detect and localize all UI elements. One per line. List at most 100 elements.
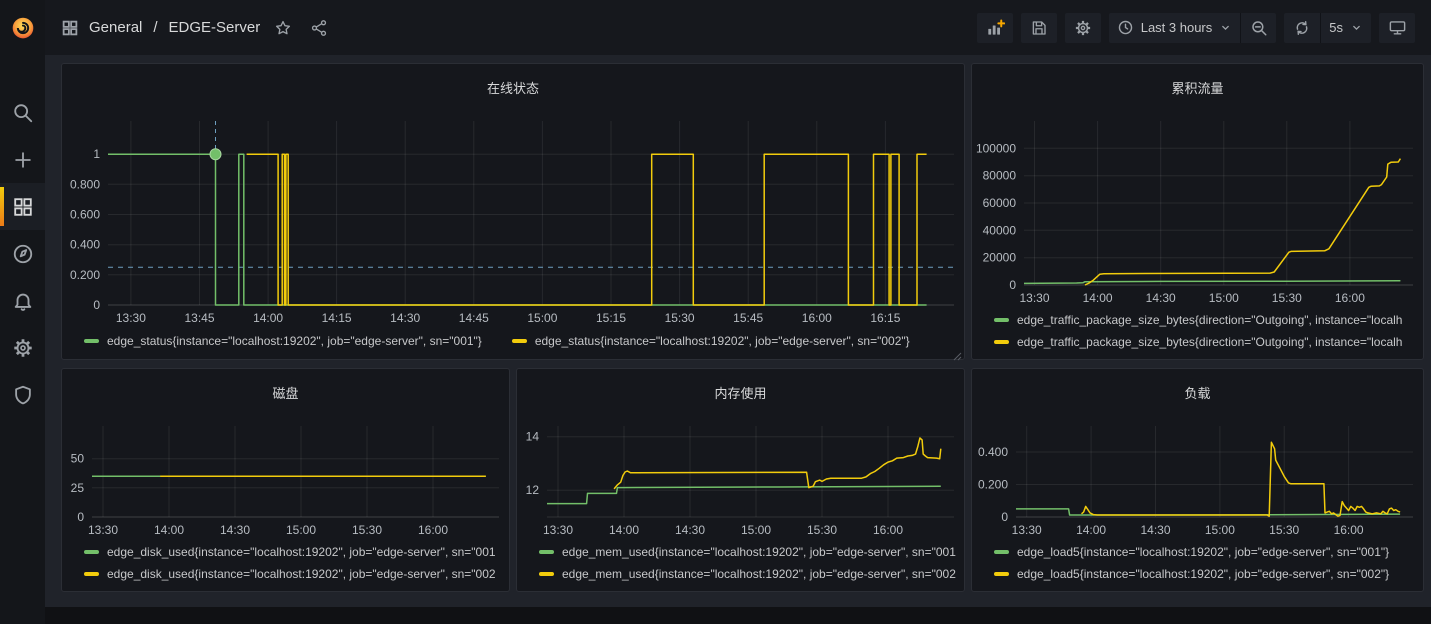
svg-text:16:00: 16:00 <box>873 523 903 537</box>
panel-title[interactable]: 在线状态 <box>62 75 964 102</box>
svg-text:14:30: 14:30 <box>1146 291 1176 305</box>
legend-item[interactable]: edge_disk_used{instance="localhost:19202… <box>84 541 505 563</box>
apps-grid-icon <box>61 19 79 37</box>
svg-text:25: 25 <box>71 480 85 494</box>
grafana-logo[interactable] <box>0 0 45 55</box>
legend-item[interactable]: edge_status{instance="localhost:19202", … <box>84 334 482 348</box>
sidebar-item-search[interactable] <box>0 89 45 136</box>
series-color-swatch <box>994 550 1009 554</box>
sidebar-item-dashboards[interactable] <box>0 183 45 230</box>
svg-text:1: 1 <box>93 147 100 161</box>
legend-label: edge_load5{instance="localhost:19202", j… <box>1017 567 1389 581</box>
sidebar-item-explore[interactable] <box>0 230 45 277</box>
panel-title[interactable]: 累积流量 <box>972 75 1423 102</box>
svg-text:14:00: 14:00 <box>1076 523 1106 537</box>
memory-chart[interactable]: 121413:3014:0014:3015:0015:3016:00 <box>517 418 964 539</box>
svg-text:0.800: 0.800 <box>70 177 100 191</box>
search-icon <box>12 102 34 124</box>
gear-icon <box>12 337 34 359</box>
svg-text:0: 0 <box>1009 278 1016 292</box>
sidebar-item-alerting[interactable] <box>0 277 45 324</box>
svg-text:100000: 100000 <box>976 141 1016 155</box>
breadcrumb-dashboard[interactable]: EDGE-Server <box>169 19 261 36</box>
svg-text:40000: 40000 <box>983 223 1017 237</box>
legend-item[interactable]: edge_traffic_package_size_bytes{directio… <box>994 331 1419 353</box>
chevron-down-icon <box>1350 21 1363 34</box>
svg-text:13:30: 13:30 <box>1019 291 1049 305</box>
legend-item[interactable]: edge_mem_used{instance="localhost:19202"… <box>539 541 960 563</box>
svg-text:20000: 20000 <box>983 250 1017 264</box>
cumulative-traffic-chart[interactable]: 02000040000600008000010000013:3014:0014:… <box>972 113 1423 307</box>
dashboards-grid-icon <box>12 196 34 218</box>
svg-text:16:00: 16:00 <box>802 311 832 325</box>
series-color-swatch <box>84 572 99 576</box>
sidebar-nav <box>0 89 45 418</box>
svg-text:15:15: 15:15 <box>596 311 626 325</box>
dashboard-settings-button[interactable] <box>1065 13 1101 43</box>
legend-label: edge_traffic_package_size_bytes{directio… <box>1017 335 1402 349</box>
svg-text:0.200: 0.200 <box>70 267 100 281</box>
svg-text:16:15: 16:15 <box>870 311 900 325</box>
svg-text:15:45: 15:45 <box>733 311 763 325</box>
svg-text:0.400: 0.400 <box>978 445 1008 459</box>
panel-title[interactable]: 负载 <box>972 380 1423 407</box>
legend-label: edge_status{instance="localhost:19202", … <box>535 334 910 348</box>
legend-item[interactable]: edge_mem_used{instance="localhost:19202"… <box>539 563 960 585</box>
cycle-view-mode-button[interactable] <box>1379 13 1415 43</box>
svg-text:14:00: 14:00 <box>1083 291 1113 305</box>
svg-text:15:00: 15:00 <box>741 523 771 537</box>
svg-text:16:00: 16:00 <box>1335 291 1365 305</box>
panel-resize-handle[interactable] <box>953 348 962 357</box>
legend-label: edge_status{instance="localhost:19202", … <box>107 334 482 348</box>
svg-text:15:00: 15:00 <box>527 311 557 325</box>
legend-label: edge_disk_used{instance="localhost:19202… <box>107 567 496 581</box>
legend-item[interactable]: edge_load5{instance="localhost:19202", j… <box>994 541 1419 563</box>
svg-text:14:00: 14:00 <box>154 523 184 537</box>
add-panel-button[interactable] <box>977 13 1013 43</box>
clock-icon <box>1117 19 1134 36</box>
save-dashboard-button[interactable] <box>1021 13 1057 43</box>
series-color-swatch <box>539 550 554 554</box>
svg-text:60000: 60000 <box>983 196 1017 210</box>
series-color-swatch <box>994 340 1009 344</box>
svg-text:15:00: 15:00 <box>286 523 316 537</box>
monitor-icon <box>1388 18 1407 37</box>
panel-memory: 内存使用 121413:3014:0014:3015:0015:3016:00 … <box>516 368 965 592</box>
svg-text:0.400: 0.400 <box>70 237 100 251</box>
load-chart[interactable]: 00.2000.40013:3014:0014:3015:0015:3016:0… <box>972 418 1423 539</box>
sidebar-item-server-admin[interactable] <box>0 371 45 418</box>
panel-title[interactable]: 磁盘 <box>62 380 509 407</box>
svg-text:0: 0 <box>1001 510 1008 524</box>
plus-icon <box>12 149 34 171</box>
svg-text:13:30: 13:30 <box>543 523 573 537</box>
sidebar-item-create[interactable] <box>0 136 45 183</box>
time-range-label: Last 3 hours <box>1141 20 1213 35</box>
star-icon[interactable] <box>274 19 292 37</box>
time-range-picker[interactable]: Last 3 hours <box>1109 13 1241 43</box>
svg-text:14:30: 14:30 <box>675 523 705 537</box>
svg-text:14:45: 14:45 <box>459 311 489 325</box>
legend-item[interactable]: edge_load5{instance="localhost:19202", j… <box>994 563 1419 585</box>
legend-item[interactable]: edge_status{instance="localhost:19202", … <box>512 334 910 348</box>
series-color-swatch <box>539 572 554 576</box>
legend-item[interactable]: edge_traffic_package_size_bytes{directio… <box>994 309 1419 331</box>
sidebar-item-configuration[interactable] <box>0 324 45 371</box>
share-icon[interactable] <box>310 19 328 37</box>
zoom-out-time-button[interactable] <box>1240 13 1276 43</box>
breadcrumb-folder[interactable]: General <box>89 19 142 36</box>
svg-text:15:00: 15:00 <box>1209 291 1239 305</box>
panel-title[interactable]: 内存使用 <box>517 380 964 407</box>
legend-item[interactable]: edge_disk_used{instance="localhost:19202… <box>84 563 505 585</box>
online-status-chart[interactable]: 00.2000.4000.6000.800113:3013:4514:0014:… <box>62 113 964 327</box>
refresh-button[interactable] <box>1284 13 1320 43</box>
panel-cumulative-traffic: 累积流量 02000040000600008000010000013:3014:… <box>971 63 1424 360</box>
refresh-interval-picker[interactable]: 5s <box>1320 13 1371 43</box>
series-color-swatch <box>512 339 527 343</box>
legend: edge_disk_used{instance="localhost:19202… <box>62 539 509 591</box>
grafana-flame-icon <box>8 13 38 43</box>
disk-chart[interactable]: 0255013:3014:0014:3015:0015:3016:00 <box>62 418 509 539</box>
legend: edge_status{instance="localhost:19202", … <box>62 327 964 359</box>
svg-text:0: 0 <box>93 298 100 312</box>
series-color-swatch <box>84 339 99 343</box>
legend-label: edge_mem_used{instance="localhost:19202"… <box>562 545 956 559</box>
